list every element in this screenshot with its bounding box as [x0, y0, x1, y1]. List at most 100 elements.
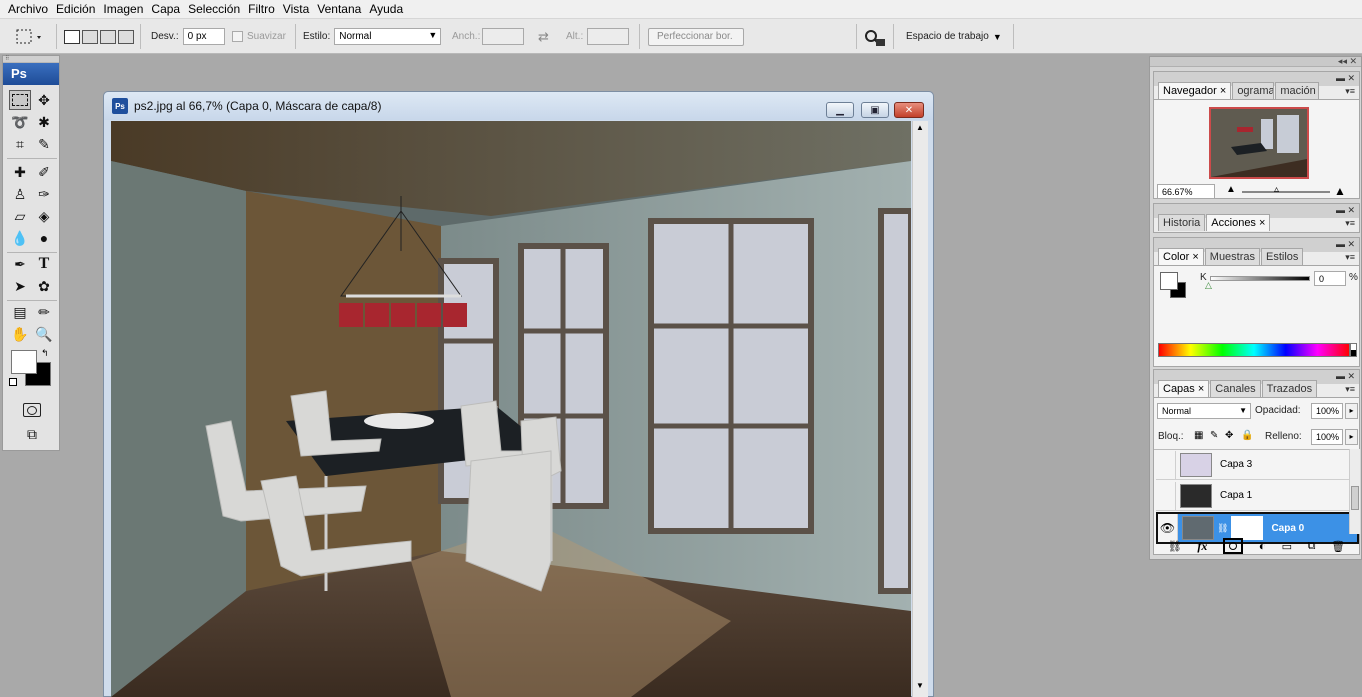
- layer-row-capa-3[interactable]: Capa 3: [1156, 450, 1359, 480]
- lock-all-icon[interactable]: 🔒: [1241, 430, 1253, 441]
- workspace-label[interactable]: Espacio de trabajo: [906, 31, 989, 42]
- new-layer-icon[interactable]: ⧉: [1308, 540, 1316, 553]
- opacity-input[interactable]: 100%: [1311, 403, 1343, 419]
- color-spectrum-bar[interactable]: [1158, 343, 1350, 357]
- layer-row-capa-1[interactable]: Capa 1: [1156, 481, 1359, 511]
- intersect-selection-icon[interactable]: [118, 29, 134, 44]
- minimize-panel-icon[interactable]: ▬ ✕: [1336, 371, 1355, 381]
- menu-imagen[interactable]: Imagen: [99, 0, 147, 19]
- tab-estilos[interactable]: Estilos: [1261, 248, 1304, 265]
- fx-icon[interactable]: fx: [1197, 539, 1207, 554]
- tab-canales[interactable]: Canales: [1210, 380, 1261, 397]
- tab-informacion[interactable]: mación: [1275, 82, 1320, 99]
- tab-navegador[interactable]: Navegador ×: [1158, 82, 1232, 99]
- subtract-selection-icon[interactable]: [100, 29, 116, 44]
- path-selection-tool[interactable]: ➤: [9, 276, 31, 296]
- feather-input[interactable]: 0 px: [182, 28, 225, 45]
- tab-historia[interactable]: Historia: [1158, 214, 1206, 231]
- pen-tool[interactable]: ✒: [9, 254, 31, 274]
- opacity-arrow-icon[interactable]: ▸: [1345, 403, 1358, 419]
- maximize-button[interactable]: ▣: [861, 102, 889, 118]
- trash-icon[interactable]: 🗑: [1331, 540, 1345, 553]
- zoom-field[interactable]: 66.67%: [1157, 184, 1215, 199]
- swap-colors-icon[interactable]: ↰: [41, 348, 49, 359]
- panel-menu-icon[interactable]: ▾≡: [1345, 384, 1355, 395]
- menu-ventana[interactable]: Ventana: [313, 0, 365, 19]
- k-channel-input[interactable]: 0: [1314, 271, 1346, 286]
- add-selection-icon[interactable]: [82, 29, 98, 44]
- notes-tool[interactable]: ▤: [9, 302, 31, 322]
- color-fg-swatch[interactable]: [1160, 272, 1178, 290]
- fill-input[interactable]: 100%: [1311, 429, 1343, 445]
- crop-tool[interactable]: ⌗: [9, 134, 31, 154]
- lock-transparency-icon[interactable]: ▦: [1194, 430, 1203, 441]
- move-tool[interactable]: ✥: [33, 90, 55, 110]
- menu-vista[interactable]: Vista: [279, 0, 313, 19]
- adjustment-icon[interactable]: ◐: [1259, 539, 1266, 553]
- panel-menu-icon[interactable]: ▾≡: [1345, 218, 1355, 229]
- lock-position-icon[interactable]: ✥: [1225, 430, 1233, 441]
- dodge-tool[interactable]: ●: [33, 228, 55, 248]
- zoom-slider[interactable]: [1242, 191, 1330, 193]
- refine-edge-button[interactable]: Perfeccionar bor.: [648, 27, 744, 46]
- blur-tool[interactable]: 💧: [9, 228, 31, 248]
- lock-pixels-icon[interactable]: ✎: [1210, 430, 1218, 441]
- menu-filtro[interactable]: Filtro: [244, 0, 279, 19]
- history-brush-tool[interactable]: ✑: [33, 184, 55, 204]
- zoom-tool[interactable]: 🔍: [33, 324, 55, 344]
- color-swatches[interactable]: ↰: [9, 348, 55, 390]
- layers-scrollbar[interactable]: [1349, 449, 1360, 534]
- close-icon[interactable]: ×: [1256, 217, 1265, 229]
- layer-name[interactable]: Capa 0: [1271, 523, 1304, 534]
- spectrum-white-black[interactable]: [1350, 343, 1357, 357]
- eyedropper-tool[interactable]: ✏: [33, 302, 55, 322]
- panel-dock-header[interactable]: ◂◂ ✕: [1150, 57, 1361, 67]
- zoom-out-icon[interactable]: ▲: [1226, 184, 1236, 195]
- image-canvas[interactable]: [111, 121, 911, 697]
- type-tool[interactable]: T: [33, 254, 55, 274]
- screen-mode-button[interactable]: ⧉: [21, 424, 43, 444]
- blend-mode-select[interactable]: Normal ▼: [1157, 403, 1251, 419]
- document-titlebar[interactable]: Ps ps2.jpg al 66,7% (Capa 0, Máscara de …: [104, 92, 933, 120]
- antialias-checkbox[interactable]: [232, 31, 243, 42]
- tab-acciones[interactable]: Acciones ×: [1206, 214, 1271, 231]
- k-channel-slider[interactable]: [1210, 276, 1310, 281]
- close-button[interactable]: ✕: [894, 102, 924, 118]
- menu-edicion[interactable]: Edición: [52, 0, 99, 19]
- visibility-toggle[interactable]: [1156, 450, 1176, 479]
- eraser-tool[interactable]: ▱: [9, 206, 31, 226]
- foreground-color-swatch[interactable]: [11, 350, 37, 374]
- panel-menu-icon[interactable]: ▾≡: [1345, 86, 1355, 97]
- close-icon[interactable]: ×: [1217, 85, 1226, 97]
- navigator-preview[interactable]: [1209, 107, 1309, 179]
- close-icon[interactable]: ×: [1195, 383, 1204, 395]
- menu-capa[interactable]: Capa: [147, 0, 184, 19]
- link-icon[interactable]: ⛓: [1168, 540, 1182, 553]
- tab-trazados[interactable]: Trazados: [1261, 380, 1318, 397]
- link-chain-icon[interactable]: ⛓: [1217, 523, 1228, 534]
- paint-bucket-tool[interactable]: ◈: [33, 206, 55, 226]
- document-vertical-scrollbar[interactable]: ▲ ▼: [912, 121, 928, 697]
- swap-arrows-icon[interactable]: ⇄: [538, 29, 549, 45]
- quick-mask-button[interactable]: [21, 400, 43, 420]
- menu-ayuda[interactable]: Ayuda: [365, 0, 407, 19]
- tab-color[interactable]: Color ×: [1158, 248, 1204, 265]
- close-icon[interactable]: ×: [1189, 251, 1198, 263]
- lasso-tool[interactable]: ➰: [9, 112, 31, 132]
- scroll-down-icon[interactable]: ▼: [916, 681, 924, 690]
- minimize-panel-icon[interactable]: ▬ ✕: [1336, 205, 1355, 215]
- k-slider-thumb[interactable]: △: [1205, 280, 1212, 291]
- width-input[interactable]: [482, 28, 525, 45]
- scroll-up-icon[interactable]: ▲: [916, 123, 924, 132]
- scroll-thumb[interactable]: [1351, 486, 1359, 510]
- minimize-button[interactable]: ▁: [826, 102, 854, 118]
- bridge-icon[interactable]: [862, 27, 886, 47]
- brush-tool[interactable]: ✐: [33, 162, 55, 182]
- collapse-icon[interactable]: ◂◂ ✕: [1338, 56, 1357, 66]
- new-selection-icon[interactable]: [64, 29, 80, 44]
- layer-name[interactable]: Capa 3: [1220, 459, 1252, 470]
- default-colors-icon[interactable]: [9, 378, 17, 386]
- slice-tool[interactable]: ✎: [33, 134, 55, 154]
- menu-seleccion[interactable]: Selección: [184, 0, 244, 19]
- clone-stamp-tool[interactable]: ♙: [9, 184, 31, 204]
